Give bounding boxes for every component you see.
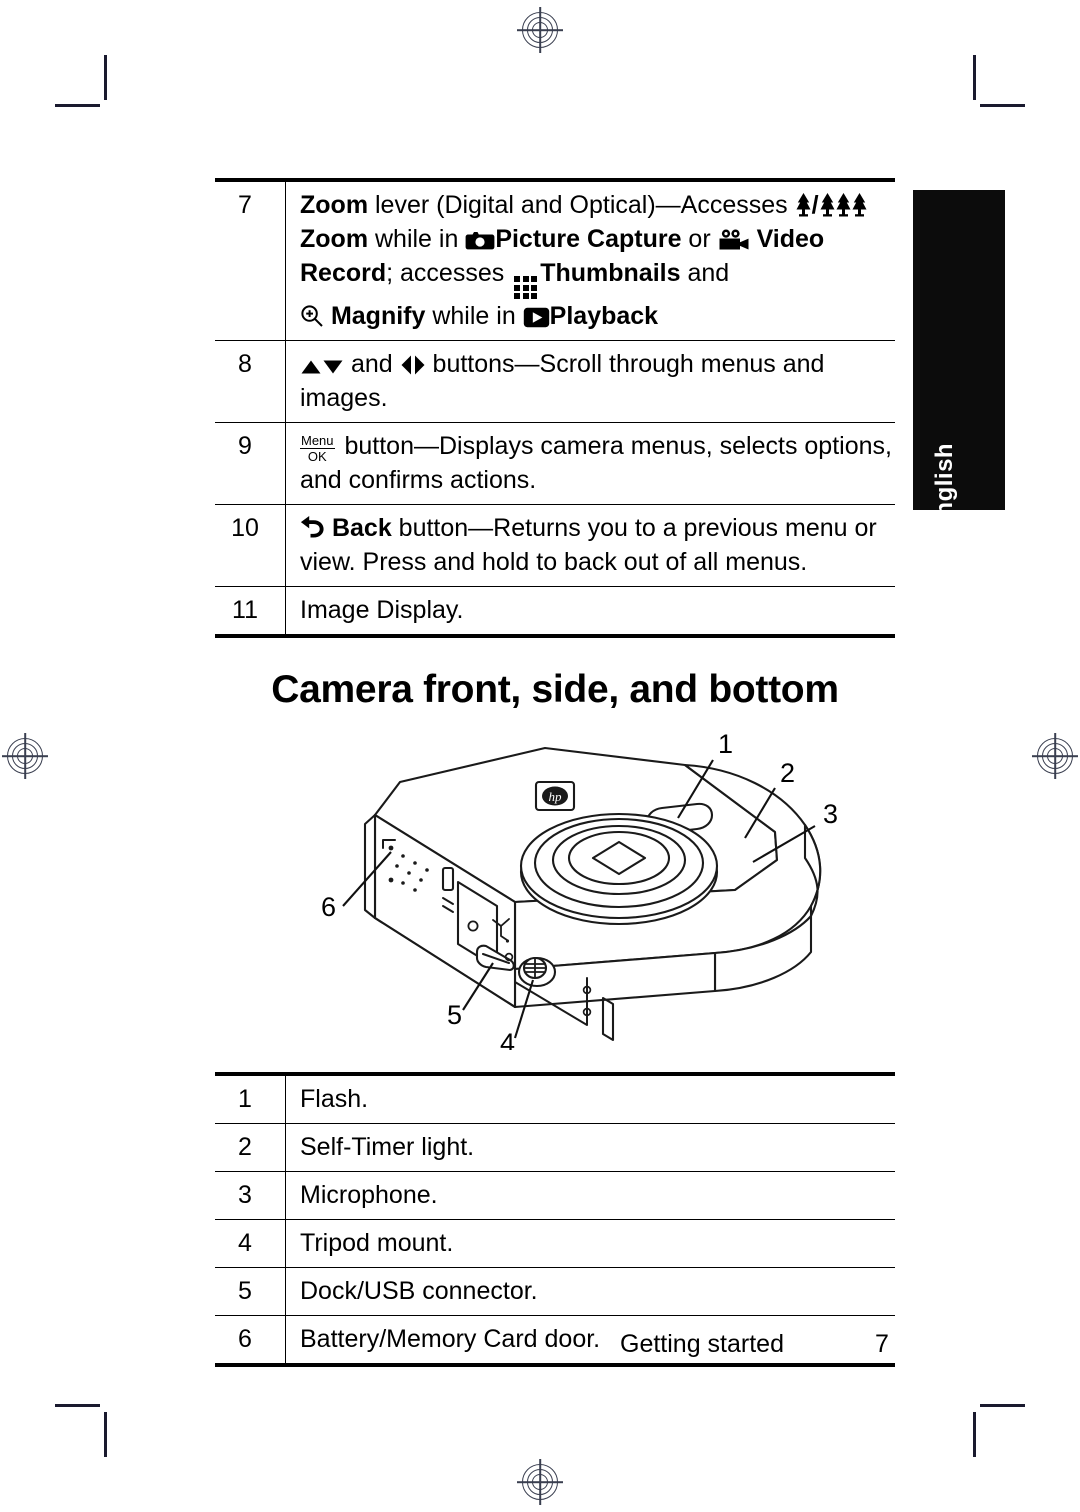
callout-number-6: 6: [321, 892, 336, 922]
playback-icon: [523, 307, 549, 328]
camera-parts-table: 1 Flash. 2 Self-Timer light. 3 Microphon…: [215, 1072, 895, 1367]
table-row: 11 Image Display.: [215, 586, 895, 636]
row-description: Zoom lever (Digital and Optical)—Accesse…: [286, 180, 896, 341]
zoom-tele-trees-icon: [820, 193, 867, 217]
row7-or: or: [681, 225, 718, 253]
arrow-left-icon: [401, 355, 411, 375]
camera-illustration: hp 1 2 3 6 5 4: [321, 729, 838, 1050]
crop-mark-top-left-horizontal: [55, 104, 100, 107]
crop-mark-bottom-left-vertical: [104, 1412, 107, 1457]
crop-mark-top-right-horizontal: [980, 104, 1025, 107]
row9-text: button—Displays camera menus, selects op…: [300, 432, 892, 494]
row-description: Back button—Returns you to a previous me…: [285, 504, 895, 587]
row-label: Tripod mount.: [285, 1219, 895, 1268]
row-number: 2: [215, 1123, 286, 1172]
table-row: 5 Dock/USB connector.: [215, 1267, 895, 1316]
video-record-camcorder-icon: [719, 229, 749, 250]
row7-text-3: ; accesses: [386, 259, 512, 287]
callout-number-3: 3: [823, 799, 838, 829]
arrow-up-icon: [301, 360, 321, 374]
callout-number-1: 1: [718, 729, 733, 759]
table-row: 7 Zoom lever (Digital and Optical)—Acces…: [215, 180, 895, 341]
registration-target-bottom: [517, 1459, 563, 1505]
camera-controls-table: 7 Zoom lever (Digital and Optical)—Acces…: [215, 178, 895, 638]
row-number: 11: [215, 586, 286, 636]
video-term: Video: [756, 225, 825, 253]
row-number: 1: [215, 1074, 286, 1124]
language-tab-label: English: [931, 442, 958, 534]
record-term: Record: [300, 259, 387, 287]
row-number: 7: [215, 180, 286, 341]
page-title: Camera front, side, and bottom: [271, 668, 839, 711]
row7-and: and: [680, 259, 730, 287]
callout-number-5: 5: [447, 1000, 462, 1030]
table-row: 10 Back button—Returns you to a previous…: [215, 504, 895, 587]
callout-number-2: 2: [780, 758, 795, 788]
row-number: 8: [215, 340, 286, 423]
footer-page-number: 7: [875, 1330, 889, 1358]
zoom-term: Zoom: [300, 191, 369, 219]
menu-ok-bottom-label: OK: [307, 449, 327, 464]
back-arrow-icon: [300, 516, 324, 538]
row-label: Dock/USB connector.: [285, 1267, 895, 1316]
row7-text-1: lever (Digital and Optical)—Accesses: [368, 191, 795, 219]
table-row: 3 Microphone.: [215, 1171, 895, 1220]
picture-capture-camera-icon: [465, 232, 495, 250]
magnify-icon: [301, 305, 323, 327]
registration-target-left: [2, 733, 48, 779]
crop-mark-bottom-left-horizontal: [55, 1404, 100, 1407]
table-row: 9 Menu OK button—Displays camera menus, …: [215, 422, 895, 505]
table-row: 8 and buttons—Scroll through menus and i…: [215, 340, 895, 423]
crop-mark-bottom-right-horizontal: [980, 1404, 1025, 1407]
registration-target-top: [517, 7, 563, 53]
thumbnails-term: Thumbnails: [540, 259, 681, 287]
language-tab: English: [913, 190, 1005, 533]
row-label: Self-Timer light.: [285, 1123, 895, 1172]
row-description: Image Display.: [285, 586, 895, 636]
arrow-down-icon: [323, 360, 343, 374]
callout-number-4: 4: [500, 1028, 515, 1050]
row-description: and buttons—Scroll through menus and ima…: [285, 340, 895, 423]
back-term: Back: [331, 514, 392, 542]
menu-ok-button-icon: Menu OK: [300, 434, 335, 463]
table-row: 2 Self-Timer light.: [215, 1123, 895, 1172]
menu-ok-top-label: Menu: [300, 433, 335, 449]
page-content: 7 Zoom lever (Digital and Optical)—Acces…: [215, 178, 895, 1367]
row-number: 6: [215, 1315, 286, 1365]
row-number: 9: [215, 422, 286, 505]
zoom-wide-tree-icon: [796, 193, 811, 217]
registration-target-right: [1032, 733, 1078, 779]
row-label: Microphone.: [285, 1171, 895, 1220]
crop-mark-bottom-right-vertical: [973, 1412, 976, 1457]
zoom-term-2: Zoom: [300, 225, 369, 253]
svg-text:hp: hp: [549, 789, 563, 804]
row-label: Battery/Memory Card door.: [285, 1315, 895, 1365]
row7-slash: /: [811, 191, 819, 219]
crop-mark-top-right-vertical: [973, 55, 976, 100]
row7-text-4: while in: [425, 302, 523, 330]
table-row: 4 Tripod mount.: [215, 1219, 895, 1268]
playback-term: Playback: [549, 302, 659, 330]
row-label: Flash.: [300, 1085, 369, 1113]
row7-text-2: while in: [368, 225, 466, 253]
footer-section-label: Getting started: [620, 1330, 784, 1358]
camera-figure: hp 1 2 3 6 5 4: [215, 720, 895, 1050]
row-number: 10: [215, 504, 286, 587]
row-number: 4: [215, 1219, 286, 1268]
picture-capture-term: Picture Capture: [495, 225, 682, 253]
thumbnails-grid-icon: [514, 276, 538, 299]
table-row: 6 Battery/Memory Card door.: [215, 1315, 895, 1365]
table-row: 1 Flash.: [215, 1074, 895, 1124]
row-number: 3: [215, 1171, 286, 1220]
crop-mark-top-left-vertical: [104, 55, 107, 100]
arrow-right-icon: [414, 355, 425, 375]
row-number: 5: [215, 1267, 286, 1316]
row8-and: and: [344, 350, 400, 378]
row-description: Menu OK button—Displays camera menus, se…: [285, 422, 895, 505]
magnify-term: Magnify: [330, 302, 426, 330]
